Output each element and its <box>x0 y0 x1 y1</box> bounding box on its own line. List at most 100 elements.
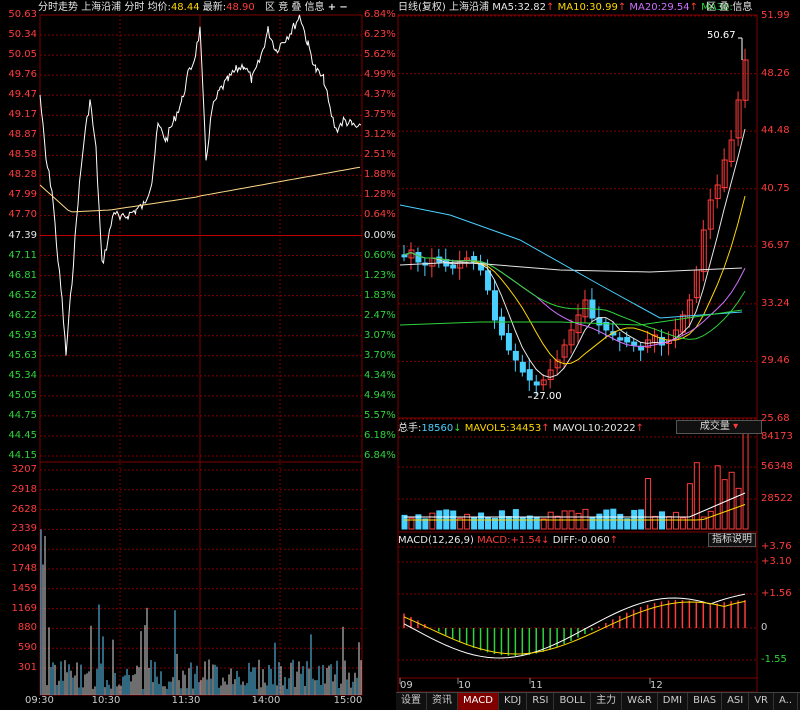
tab-8[interactable]: DMI <box>658 693 689 710</box>
intraday-price-tick: 45.93 <box>8 329 37 341</box>
intraday-price-tick: 44.75 <box>8 409 37 421</box>
tab-3[interactable]: KDJ <box>499 693 528 710</box>
intraday-time-tick: 09:30 <box>25 695 54 706</box>
intraday-price-tick: 49.76 <box>8 69 37 81</box>
tab-11[interactable]: VR <box>749 693 775 710</box>
mavol10-label: MAVOL10: <box>552 423 604 434</box>
intraday-price-tick: 45.34 <box>8 369 37 381</box>
daily-price-tick: 33.24 <box>761 297 790 309</box>
daily-volume-bar <box>575 512 582 530</box>
daily-macd-tick: -1.55 <box>761 654 787 665</box>
intraday-price-tick: 45.63 <box>8 349 37 361</box>
intraday-pct-tick: 1.88% <box>364 169 396 181</box>
intraday-volume-tick: 590 <box>17 642 37 654</box>
intraday-price-tick: 44.45 <box>8 429 37 441</box>
daily-date-tick: 11 <box>530 680 543 691</box>
mavol10-value: 20222 <box>603 423 636 434</box>
daily-volume-bar <box>547 511 554 530</box>
daily-volume-bar <box>610 508 617 530</box>
intraday-pct-tick: 6.18% <box>364 429 396 441</box>
tab-2[interactable]: MACD <box>458 693 499 710</box>
daily-macd-tick: 0 <box>761 622 768 633</box>
total-label: 总手: <box>398 423 422 434</box>
tab-1[interactable]: 资讯 <box>427 693 458 710</box>
tab-10[interactable]: ASI <box>722 693 750 710</box>
intraday-pct-tick: 0.64% <box>364 209 396 221</box>
intraday-frame <box>39 14 363 696</box>
intraday-pct-tick: 6.84% <box>364 9 396 20</box>
daily-volume-tick: 84173 <box>761 431 793 442</box>
daily-volume-bar <box>512 509 519 530</box>
daily-candle-body <box>631 341 638 346</box>
tab-6[interactable]: 主力 <box>591 693 623 710</box>
daily-candle-body <box>624 336 631 343</box>
tab-12[interactable]: A.. <box>774 693 799 710</box>
daily-volume-bar <box>429 512 436 530</box>
intraday-price-tick: 46.81 <box>8 269 37 281</box>
intraday-pct-tick: 4.99% <box>364 69 396 81</box>
daily-volume-bar <box>672 511 679 530</box>
daily-candle-body <box>526 369 533 381</box>
daily-macd-tick: +3.10 <box>761 556 792 567</box>
daily-volume-bar <box>686 483 693 530</box>
intraday-pct-tick: 1.28% <box>364 189 396 201</box>
intraday-pct-tick: 0.60% <box>364 249 396 261</box>
daily-volume-bar <box>478 512 485 530</box>
tab-5[interactable]: BOLL <box>554 693 592 710</box>
intraday-volume-tick: 2918 <box>11 483 37 495</box>
intraday-time-tick: 14:00 <box>251 695 281 706</box>
low-price-marker: 27.00 <box>533 391 562 402</box>
intraday-volume-tick: 3207 <box>11 464 37 475</box>
chevron-down-icon: ▾ <box>733 421 739 432</box>
daily-volume-bar <box>596 513 603 530</box>
intraday-price-tick: 50.34 <box>8 29 37 41</box>
tab-9[interactable]: BIAS <box>688 693 723 710</box>
daily-candle-body <box>519 361 526 373</box>
tab-0[interactable]: 设置 <box>396 693 427 710</box>
daily-date-tick: 12 <box>650 680 663 691</box>
intraday-price-tick: 47.39 <box>8 229 37 241</box>
intraday-pct-tick: 5.57% <box>364 409 396 421</box>
indicator-tabbar: 设置 资讯 MACD KDJ RSI BOLL 主力 W&R DMI BIAS ASI VR A.. <box>396 692 800 710</box>
daily-candle-body <box>415 251 422 263</box>
intraday-volume-tick: 1748 <box>11 563 37 574</box>
intraday-time-tick: 15:00 <box>333 695 363 706</box>
daily-volume-tick: 28522 <box>761 493 793 504</box>
intraday-price-tick: 49.47 <box>8 89 37 101</box>
intraday-price-tick: 46.22 <box>8 309 37 321</box>
macd-label: MACD: <box>477 535 511 546</box>
indicator-help-button[interactable]: 指标说明 <box>708 533 756 547</box>
stock-terminal: 分时走势 上海沿浦 分时 均价:48.44 最新:48.90 区 竞 叠 信息 … <box>0 0 800 710</box>
daily-price-tick: 25.68 <box>761 413 790 424</box>
daily-volume-bar <box>665 516 672 530</box>
daily-price-tick: 40.75 <box>761 182 790 194</box>
intraday-price-tick: 48.58 <box>8 149 37 161</box>
intraday-price-tick: 50.63 <box>8 9 37 20</box>
mavol5-value: 34453 <box>509 423 542 434</box>
daily-volume-tick: 56348 <box>761 461 793 472</box>
daily-volume-bar <box>526 515 533 530</box>
intraday-volume-tick: 2339 <box>11 523 37 535</box>
daily-volume-bar <box>721 479 728 530</box>
tab-7[interactable]: W&R <box>622 693 658 710</box>
intraday-time-tick: 11:30 <box>171 695 201 706</box>
daily-volume-bar <box>582 508 589 530</box>
intraday-pct-tick: 1.83% <box>364 289 396 301</box>
daily-volume-bar <box>735 487 742 530</box>
volume-header: 总手:18560↓ MAVOL5:34453↑ MAVOL10:20222↑ <box>398 423 645 434</box>
diff-label: DIFF: <box>552 535 578 546</box>
intraday-price-tick: 47.70 <box>8 209 37 221</box>
daily-candle-body <box>498 316 505 336</box>
daily-price-tick: 51.99 <box>761 10 790 21</box>
intraday-time-tick: 10:30 <box>91 695 121 706</box>
macd-value: +1.54 <box>510 535 542 546</box>
volume-select-label: 成交量 <box>699 421 730 432</box>
daily-volume-bar <box>471 516 478 530</box>
volume-indicator-select[interactable]: 成交量 ▾ <box>676 420 762 434</box>
intraday-volume-tick: 301 <box>17 662 37 673</box>
tab-4[interactable]: RSI <box>527 693 555 710</box>
daily-macd-tick: +3.76 <box>761 541 792 552</box>
daily-price-tick: 48.26 <box>761 67 790 79</box>
intraday-pct-tick: 6.84% <box>364 450 396 461</box>
intraday-volume-tick: 1169 <box>11 602 37 614</box>
